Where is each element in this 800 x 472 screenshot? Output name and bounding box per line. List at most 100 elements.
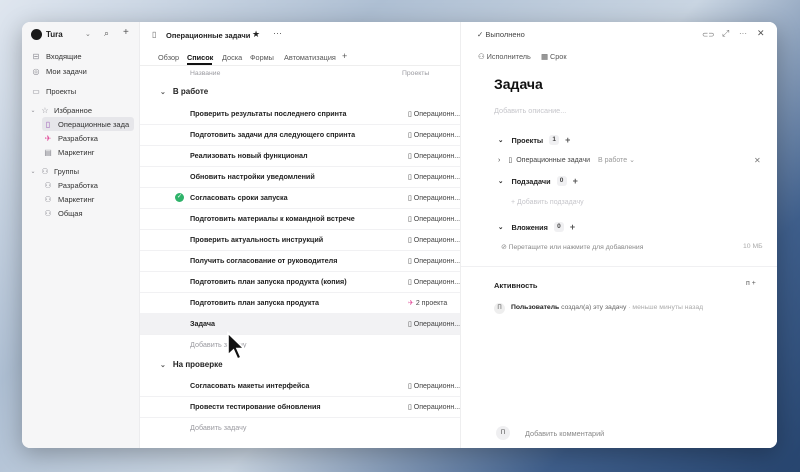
chevron-down-icon[interactable]: ⌄ [85, 30, 91, 38]
sidebar-favorites-header[interactable]: ⌄ ☆ Избранное [30, 103, 134, 117]
completed-check-icon[interactable]: ✓ [175, 193, 184, 202]
sidebar-group-development[interactable]: ⚇ Разработка [42, 178, 134, 192]
subtasks-section-header[interactable]: ⌄ Подзадачи 0 + [498, 176, 578, 186]
users-icon: ⚇ [41, 166, 49, 176]
sidebar-item-operational-tasks[interactable]: ▯ Операционные зада [42, 117, 134, 131]
table-row[interactable]: Провести тестирование обновления ▯ Операц… [140, 396, 460, 418]
groups-label: Группы [54, 166, 79, 176]
table-row[interactable]: Подготовить задачи для следующего спринт… [140, 124, 460, 146]
task-project: ▯ Операционн... [408, 131, 461, 139]
description-input[interactable]: Добавить описание... [494, 106, 566, 115]
activity-filter[interactable]: п + [746, 280, 756, 287]
task-project: ▯ Операционн... [408, 215, 461, 223]
project-name: Операционные задачи [516, 156, 591, 164]
expand-icon[interactable]: ⤢ [722, 28, 729, 39]
attachment-dropzone[interactable]: ⊘ Перетащите или нажмите для добавления [501, 243, 643, 251]
plus-icon[interactable]: + [573, 176, 578, 186]
add-task-button[interactable]: Добавить задачу [190, 423, 246, 432]
column-header-projects: Проекты [402, 70, 430, 77]
plus-icon[interactable]: + [570, 222, 575, 232]
chevron-right-icon: › [498, 156, 501, 164]
dropzone-text: Перетащите или нажмите для добавления [508, 244, 644, 251]
task-project: ▯ Операционн... [408, 257, 461, 265]
activity-header: Активность [494, 281, 538, 290]
sidebar-groups-header[interactable]: ⌄ ⚇ Группы [30, 164, 134, 178]
section-title: На проверке [172, 360, 223, 369]
plus-icon[interactable]: + [565, 135, 570, 145]
check-circle-icon: ◎ [32, 66, 40, 76]
due-date-button[interactable]: ▦ Срок [541, 52, 567, 61]
add-subtask-button[interactable]: + Добавить подзадачу [511, 199, 584, 206]
mark-complete-button[interactable]: ✓ Выполнено [477, 30, 525, 39]
more-icon[interactable]: ··· [739, 29, 747, 38]
sidebar-item-label: Разработка [58, 133, 98, 143]
search-icon[interactable]: ⌕ [104, 28, 109, 39]
comment-input[interactable]: Добавить комментарий [525, 429, 604, 438]
table-row[interactable]: Получить согласование от руководителя ▯ О… [140, 250, 460, 272]
list-icon: ▤ [44, 147, 52, 157]
task-title[interactable]: Задача [494, 76, 543, 92]
section-header-in-progress[interactable]: ⌄ В работе [160, 87, 208, 96]
project-entry[interactable]: › ▯ Операционные задачи В работе ⌄ [498, 156, 635, 165]
assignee-button[interactable]: ⚇ Исполнитель [478, 52, 531, 61]
star-icon[interactable]: ★ [252, 29, 260, 40]
task-name: Получить согласование от руководителя [190, 256, 338, 265]
sidebar-item-label: Входящие [46, 51, 82, 61]
chevron-down-icon: ⌄ [498, 178, 504, 185]
task-detail-panel: ✓ Выполнено ⊂⊃ ⤢ ··· ✕ ⚇ Исполнитель ▦ С… [460, 22, 777, 448]
add-tab-icon[interactable]: + [342, 51, 347, 61]
app-window: Tura ⌄ ⌕ + ⊟ Входящие ◎ Мои задачи ▭ Проект… [22, 22, 777, 448]
task-name: Подготовить материалы к командной встреч… [190, 214, 355, 223]
sidebar-item-projects[interactable]: ▭ Проекты [30, 84, 134, 98]
table-row[interactable]: Реализовать новый функционал ▯ Операционн… [140, 145, 460, 167]
sidebar-group-marketing[interactable]: ⚇ Маркетинг [42, 192, 134, 206]
table-row[interactable]: ✓ Согласовать сроки запуска ▯ Операционн..… [140, 187, 460, 209]
column-header-name: Название [190, 70, 221, 77]
tab-overview[interactable]: Обзор [158, 53, 179, 62]
workspace-name[interactable]: Tura [46, 30, 63, 39]
sidebar-item-marketing[interactable]: ▤ Маркетинг [42, 145, 134, 159]
status-label: Выполнено [485, 30, 525, 39]
sidebar-group-general[interactable]: ⚇ Общая [42, 206, 134, 220]
task-project: ▯ Операционн... [408, 382, 461, 390]
table-row[interactable]: Подготовить план запуска продукта ✈ 2 про… [140, 292, 460, 314]
count-badge: 0 [553, 222, 564, 232]
project-status-select[interactable]: В работе ⌄ [598, 156, 635, 164]
attachments-section-header[interactable]: ⌄ Вложения 0 + [498, 222, 575, 232]
link-icon[interactable]: ⊂⊃ [702, 30, 715, 39]
sidebar-item-development[interactable]: ✈ Разработка [42, 131, 134, 145]
table-row[interactable]: Обновить настройки уведомлений ▯ Операцио… [140, 166, 460, 188]
plus-icon[interactable]: + [123, 27, 129, 38]
table-row[interactable]: Проверить актуальность инструкций ▯ Опера… [140, 229, 460, 251]
tab-list[interactable]: Список [187, 53, 213, 62]
tab-board[interactable]: Доска [222, 53, 242, 62]
task-name: Реализовать новый функционал [190, 151, 308, 160]
sidebar-item-my-tasks[interactable]: ◎ Мои задачи [30, 64, 134, 78]
projects-section-header[interactable]: ⌄ Проекты 1 + [498, 135, 570, 145]
chevron-down-icon: ⌄ [160, 361, 166, 369]
table-row[interactable]: Задача ▯ Операционн... [140, 313, 460, 335]
users-icon: ⚇ [44, 208, 52, 218]
rocket-icon: ✈ [44, 133, 52, 143]
sidebar-item-inbox[interactable]: ⊟ Входящие [30, 49, 134, 63]
task-project: ▯ Операционн... [408, 194, 461, 202]
section-label: Проекты [511, 135, 544, 145]
table-row[interactable]: Подготовить материалы к командной встреч… [140, 208, 460, 230]
more-icon[interactable]: ··· [273, 28, 282, 38]
task-project: ▯ Операционн... [408, 320, 461, 328]
section-label: Вложения [511, 222, 548, 232]
table-row[interactable]: Подготовить план запуска продукта (копия… [140, 271, 460, 293]
close-icon[interactable]: ✕ [757, 28, 765, 39]
tab-forms[interactable]: Формы [250, 53, 274, 62]
task-project: ▯ Операционн... [408, 403, 461, 411]
remove-project-icon[interactable]: ✕ [754, 156, 761, 165]
tab-automation[interactable]: Автоматизация [284, 53, 336, 62]
table-row[interactable]: Проверить результаты последнего спринта ▯… [140, 103, 460, 125]
avatar: П [494, 303, 505, 314]
task-project: ▯ Операционн... [408, 173, 461, 181]
sidebar-item-label: Разработка [58, 180, 98, 190]
task-name: Проверить результаты последнего спринта [190, 109, 347, 118]
table-row[interactable]: Согласовать макеты интерфейса ▯ Операцион… [140, 375, 460, 397]
size-limit: 10 МБ [743, 243, 763, 250]
section-header-review[interactable]: ⌄ На проверке [160, 360, 223, 369]
